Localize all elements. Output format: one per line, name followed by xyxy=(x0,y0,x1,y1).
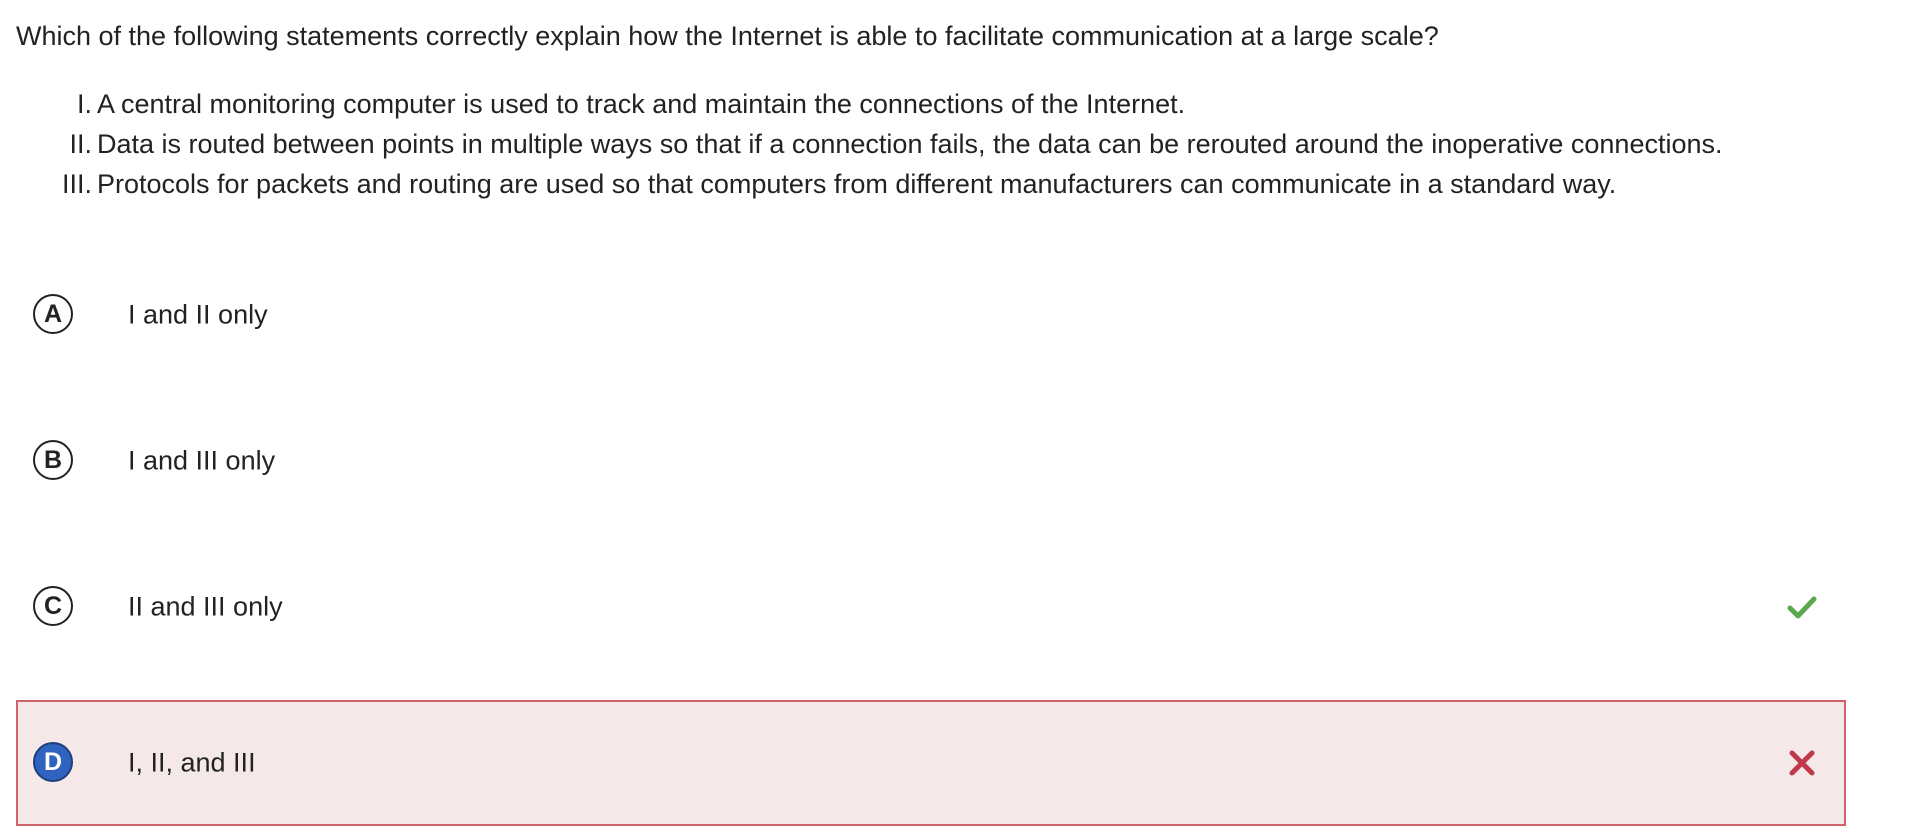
option-label: I, II, and III xyxy=(128,747,256,778)
option-label: I and III only xyxy=(128,445,276,476)
question-text: Which of the following statements correc… xyxy=(16,21,1439,51)
answer-option-a[interactable]: A I and II only xyxy=(16,252,1846,378)
statement-text: Protocols for packets and routing are us… xyxy=(97,169,1617,199)
option-letter-badge: C xyxy=(33,586,73,626)
option-letter-badge: A xyxy=(33,294,73,334)
statement-number: III. xyxy=(61,169,92,199)
option-label: I and II only xyxy=(128,299,268,330)
answer-option-d[interactable]: D I, II, and III xyxy=(16,700,1846,826)
statement-number: I. xyxy=(76,89,92,119)
answer-option-b[interactable]: B I and III only xyxy=(16,398,1846,524)
option-label: II and III only xyxy=(128,591,283,622)
check-icon xyxy=(1787,596,1817,619)
cross-icon xyxy=(1789,750,1815,776)
statement-text: Data is routed between points in multipl… xyxy=(97,129,1723,159)
statement-number: II. xyxy=(69,129,92,159)
statement-text: A central monitoring computer is used to… xyxy=(97,89,1186,119)
option-letter-badge: B xyxy=(33,440,73,480)
option-letter-badge: D xyxy=(33,742,73,782)
answer-option-c[interactable]: C II and III only xyxy=(16,544,1846,670)
